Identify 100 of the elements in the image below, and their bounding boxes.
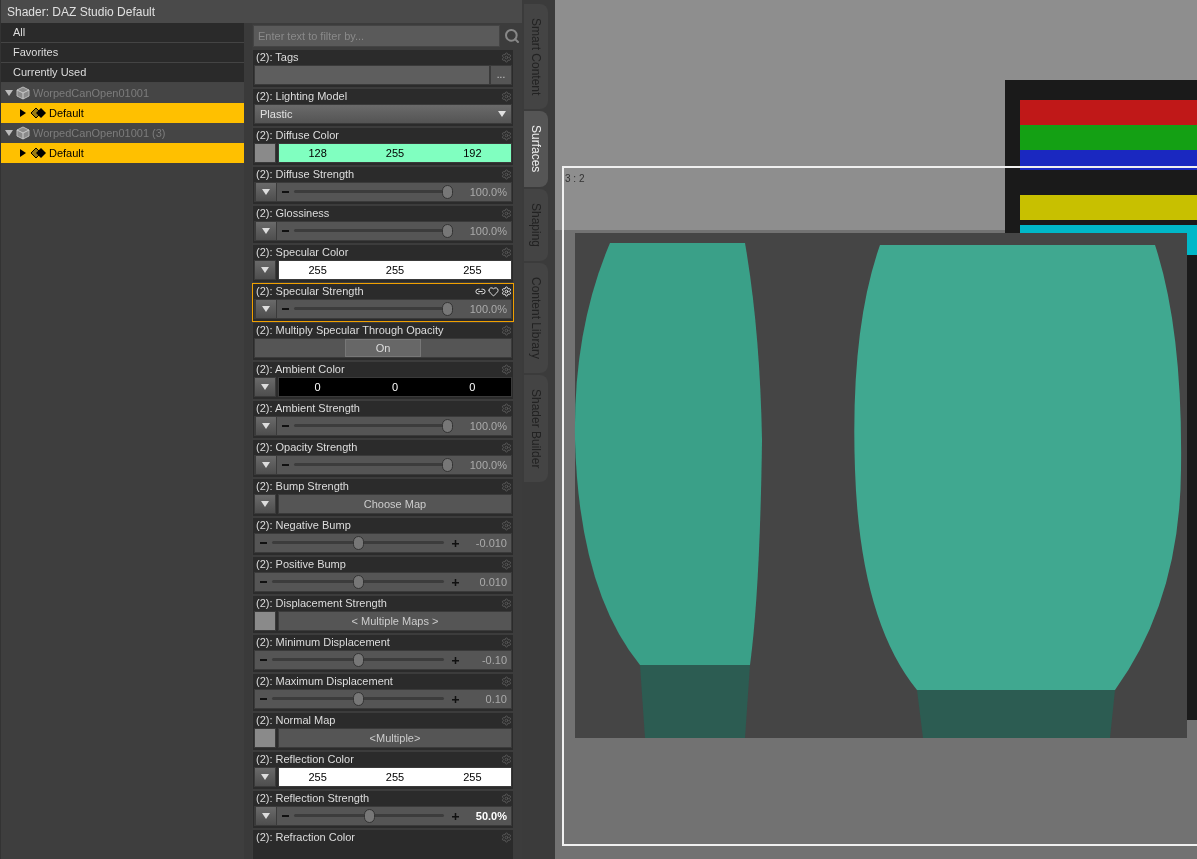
- plus-icon[interactable]: [452, 656, 459, 664]
- slider-value[interactable]: -0.010: [459, 534, 511, 552]
- minus-icon[interactable]: [282, 814, 289, 818]
- caret-icon[interactable]: [5, 129, 13, 137]
- color-field[interactable]: 255 255 255: [278, 260, 512, 280]
- map-button[interactable]: < Multiple Maps >: [278, 611, 512, 631]
- swatch[interactable]: [254, 611, 276, 631]
- heart-icon[interactable]: [488, 286, 499, 297]
- menu-button[interactable]: [255, 299, 277, 319]
- caret-icon[interactable]: [262, 461, 270, 469]
- slider-value[interactable]: 100.0%: [459, 456, 511, 474]
- plus-icon[interactable]: [452, 695, 459, 703]
- slider-thumb[interactable]: [352, 575, 364, 589]
- toggle-button[interactable]: On: [345, 339, 421, 357]
- slider-value[interactable]: 100.0%: [459, 222, 511, 240]
- slider-track[interactable]: [272, 575, 444, 589]
- menu-button[interactable]: [254, 494, 276, 514]
- category-item[interactable]: Currently Used: [1, 63, 244, 83]
- slider-control[interactable]: 100.0%: [254, 416, 512, 436]
- swatch[interactable]: [254, 143, 276, 163]
- tree-item[interactable]: Default: [1, 143, 244, 163]
- caret-icon[interactable]: [5, 89, 13, 97]
- slider-thumb[interactable]: [352, 692, 364, 706]
- minus-icon[interactable]: [282, 190, 289, 194]
- link-icon[interactable]: [475, 286, 486, 297]
- caret-icon[interactable]: [262, 188, 270, 196]
- slider-thumb[interactable]: [442, 302, 453, 316]
- caret-icon[interactable]: [262, 305, 270, 313]
- tree-item[interactable]: Default: [1, 103, 244, 123]
- caret-icon[interactable]: [262, 227, 270, 235]
- slider-thumb[interactable]: [352, 536, 364, 550]
- minus-icon[interactable]: [260, 697, 267, 701]
- menu-button[interactable]: [255, 221, 277, 241]
- slider-control[interactable]: -0.010: [254, 533, 512, 553]
- slider-control[interactable]: 100.0%: [254, 221, 512, 241]
- minus-icon[interactable]: [282, 463, 289, 467]
- caret-icon[interactable]: [261, 383, 269, 391]
- color-field[interactable]: 255 255 255: [278, 767, 512, 787]
- caret-icon[interactable]: [262, 812, 270, 820]
- slider-control[interactable]: 50.0%: [254, 806, 512, 826]
- minus-icon[interactable]: [260, 541, 267, 545]
- search-icon[interactable]: [504, 28, 520, 44]
- slider-track[interactable]: [272, 536, 444, 550]
- minus-icon[interactable]: [260, 658, 267, 662]
- slider-control[interactable]: 0.10: [254, 689, 512, 709]
- category-item[interactable]: Favorites: [1, 43, 244, 63]
- map-button[interactable]: Choose Map: [278, 494, 512, 514]
- slider-value[interactable]: 100.0%: [459, 183, 511, 201]
- caret-icon[interactable]: [19, 109, 27, 117]
- menu-button[interactable]: [254, 260, 276, 280]
- browse-button[interactable]: ...: [490, 65, 512, 85]
- slider-value[interactable]: 100.0%: [459, 417, 511, 435]
- menu-button[interactable]: [255, 806, 277, 826]
- toggle-field[interactable]: On: [254, 338, 512, 358]
- slider-track[interactable]: [272, 653, 444, 667]
- minus-icon[interactable]: [282, 229, 289, 233]
- slider-thumb[interactable]: [442, 419, 453, 433]
- slider-control[interactable]: 100.0%: [254, 299, 512, 319]
- slider-track[interactable]: [294, 809, 444, 823]
- minus-icon[interactable]: [260, 580, 267, 584]
- slider-value[interactable]: 100.0%: [459, 300, 511, 318]
- menu-button[interactable]: [254, 767, 276, 787]
- slider-value[interactable]: 0.10: [459, 690, 511, 708]
- caret-icon[interactable]: [261, 500, 269, 508]
- category-item[interactable]: All: [1, 23, 244, 43]
- slider-thumb[interactable]: [442, 224, 453, 238]
- tags-field[interactable]: [254, 65, 490, 85]
- slider-track[interactable]: [294, 224, 453, 238]
- slider-thumb[interactable]: [363, 809, 375, 823]
- slider-track[interactable]: [294, 458, 453, 472]
- slider-control[interactable]: 0.010: [254, 572, 512, 592]
- dropdown[interactable]: Plastic: [254, 104, 512, 124]
- caret-icon[interactable]: [19, 149, 27, 157]
- slider-control[interactable]: -0.10: [254, 650, 512, 670]
- caret-icon[interactable]: [261, 266, 269, 274]
- minus-icon[interactable]: [282, 307, 289, 311]
- swatch[interactable]: [254, 728, 276, 748]
- color-field[interactable]: 128 255 192: [278, 143, 512, 163]
- slider-value[interactable]: 0.010: [459, 573, 511, 591]
- side-tab[interactable]: Surfaces: [524, 111, 548, 187]
- slider-thumb[interactable]: [442, 458, 453, 472]
- caret-icon[interactable]: [262, 422, 270, 430]
- slider-thumb[interactable]: [352, 653, 364, 667]
- color-field[interactable]: 0 0 0: [278, 377, 512, 397]
- plus-icon[interactable]: [452, 812, 459, 820]
- slider-control[interactable]: 100.0%: [254, 182, 512, 202]
- slider-track[interactable]: [272, 692, 444, 706]
- menu-button[interactable]: [255, 182, 277, 202]
- minus-icon[interactable]: [282, 424, 289, 428]
- menu-button[interactable]: [254, 377, 276, 397]
- map-button[interactable]: <Multiple>: [278, 728, 512, 748]
- caret-icon[interactable]: [261, 773, 269, 781]
- slider-value[interactable]: 50.0%: [459, 807, 511, 825]
- menu-button[interactable]: [255, 455, 277, 475]
- slider-track[interactable]: [294, 185, 453, 199]
- plus-icon[interactable]: [452, 578, 459, 586]
- slider-control[interactable]: 100.0%: [254, 455, 512, 475]
- caret-icon[interactable]: [498, 110, 506, 118]
- slider-track[interactable]: [294, 419, 453, 433]
- slider-value[interactable]: -0.10: [459, 651, 511, 669]
